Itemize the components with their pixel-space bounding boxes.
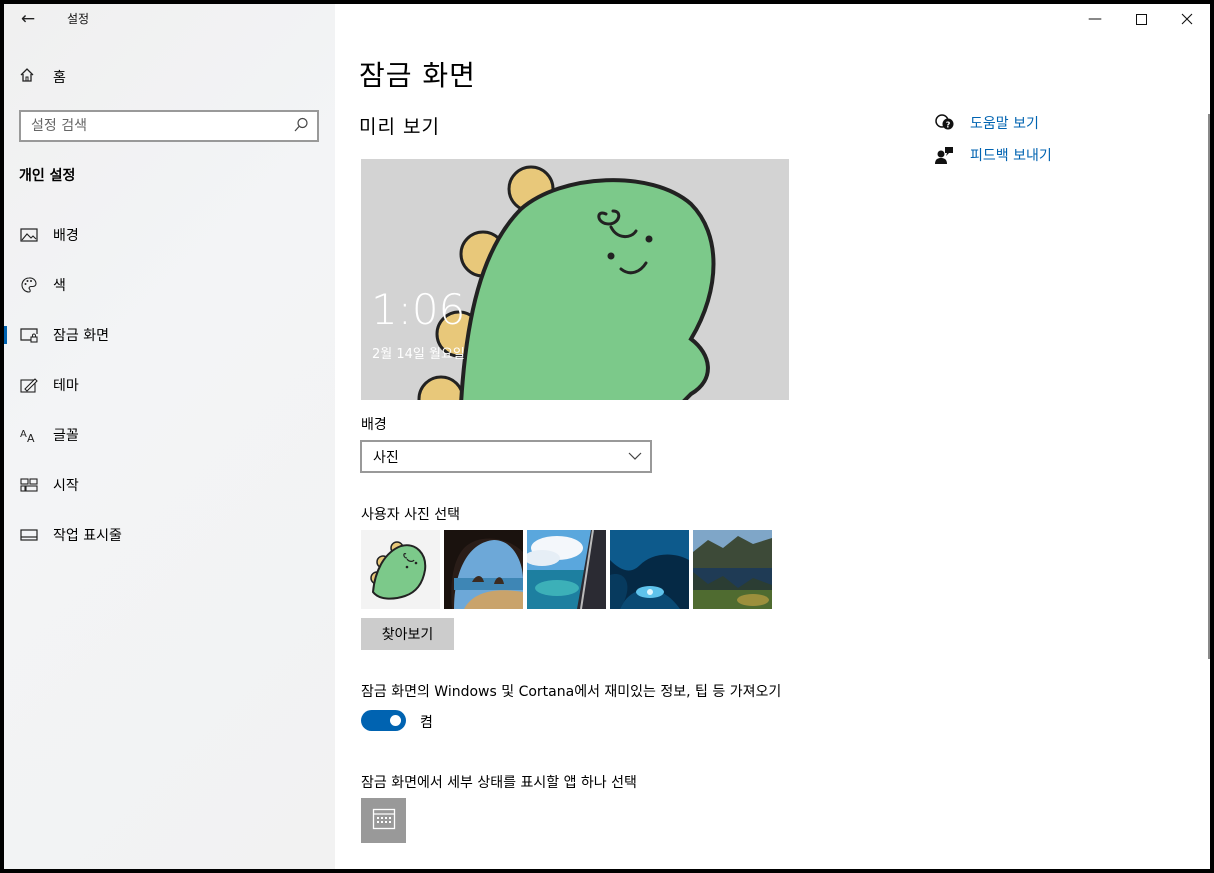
taskbar-icon [19, 525, 39, 545]
preview-clock: 1:06 [371, 285, 466, 334]
svg-text:?: ? [946, 120, 951, 129]
sidebar-item-label: 배경 [53, 228, 79, 244]
fun-facts-label: 잠금 화면의 Windows 및 Cortana에서 재미있는 정보, 팁 등 … [361, 684, 782, 700]
sidebar-nav: 배경 색 잠금 화면 테마 A A 글꼴 시작 작업 표시줄 [4, 210, 335, 560]
font-icon: AA [19, 425, 39, 445]
photo-thumbnails [361, 530, 772, 609]
lock-screen-icon [19, 325, 39, 345]
settings-window: ← 설정 홈 개인 설정 배경 [4, 4, 1210, 869]
sidebar-item-label: 작업 표시줄 [53, 528, 122, 544]
chevron-down-icon [628, 449, 642, 463]
get-help-label: 도움말 보기 [970, 116, 1039, 132]
theme-icon [19, 375, 39, 395]
main-content: — 잠금 화면 미리 보기 1:06 2월 14일 월요일 배경 사진 사용자 … [335, 4, 1210, 869]
photo-thumbnail-ice-cave[interactable] [610, 530, 689, 609]
search-icon[interactable] [293, 116, 309, 134]
photo-thumbnail-ocean-window[interactable] [527, 530, 606, 609]
svg-text:A: A [20, 429, 27, 440]
sidebar: ← 설정 홈 개인 설정 배경 [4, 4, 335, 869]
choose-photo-label: 사용자 사진 선택 [361, 507, 461, 523]
sidebar-item-label: 테마 [53, 378, 79, 394]
minimize-icon[interactable]: — [1072, 4, 1118, 34]
feedback-icon [935, 145, 955, 165]
dinosaur-wallpaper-image [417, 165, 716, 400]
help-links: ? 도움말 보기 피드백 보내기 [935, 107, 1052, 171]
app-title: 설정 [67, 12, 90, 26]
image-icon [19, 225, 39, 245]
sidebar-item-start[interactable]: 시작 [4, 460, 335, 510]
sidebar-item-label: 잠금 화면 [53, 328, 109, 344]
window-controls: — [1072, 4, 1210, 34]
lock-screen-preview: 1:06 2월 14일 월요일 [361, 159, 789, 400]
search-box[interactable] [19, 110, 319, 142]
home-icon [19, 67, 39, 87]
photo-thumbnail-mountain-lake[interactable] [693, 530, 772, 609]
svg-text:A: A [27, 432, 35, 443]
section-header: 개인 설정 [19, 168, 76, 184]
search-input[interactable] [21, 112, 271, 140]
sidebar-item-label: 시작 [53, 478, 79, 494]
help-chat-icon: ? [935, 113, 955, 133]
toggle-state-label: 켬 [420, 715, 433, 731]
page-title: 잠금 화면 [359, 59, 476, 92]
background-label: 배경 [361, 417, 387, 433]
sidebar-item-label: 글꼴 [53, 428, 79, 444]
give-feedback-link[interactable]: 피드백 보내기 [935, 139, 1052, 171]
scrollbar[interactable] [1208, 114, 1210, 659]
toggle-knob [390, 715, 401, 726]
sidebar-item-lock-screen[interactable]: 잠금 화면 [4, 310, 335, 360]
start-icon [19, 475, 39, 495]
background-dropdown[interactable]: 사진 [360, 440, 652, 473]
preview-date: 2월 14일 월요일 [372, 347, 465, 362]
close-icon[interactable] [1164, 4, 1210, 34]
sidebar-item-taskbar[interactable]: 작업 표시줄 [4, 510, 335, 560]
calendar-app-button[interactable] [361, 798, 406, 843]
title-bar: ← 설정 [4, 4, 335, 34]
background-dropdown-value: 사진 [373, 449, 399, 466]
browse-button[interactable]: 찾아보기 [361, 618, 454, 650]
sidebar-item-home[interactable]: 홈 [19, 64, 66, 90]
fun-facts-toggle[interactable] [361, 710, 406, 731]
sidebar-item-theme[interactable]: 테마 [4, 360, 335, 410]
calendar-icon [372, 807, 396, 835]
back-arrow-icon[interactable]: ← [14, 6, 42, 32]
sidebar-item-label: 색 [53, 278, 66, 294]
photo-thumbnail-dinosaur[interactable] [361, 530, 440, 609]
palette-icon [19, 275, 39, 295]
get-help-link[interactable]: ? 도움말 보기 [935, 107, 1052, 139]
photo-thumbnail-cave-beach[interactable] [444, 530, 523, 609]
preview-header: 미리 보기 [359, 116, 440, 138]
sidebar-item-fonts[interactable]: AA 글꼴 [4, 410, 335, 460]
sidebar-item-background[interactable]: 배경 [4, 210, 335, 260]
sidebar-item-color[interactable]: 색 [4, 260, 335, 310]
maximize-icon[interactable] [1118, 4, 1164, 34]
give-feedback-label: 피드백 보내기 [970, 148, 1052, 164]
detailed-status-label: 잠금 화면에서 세부 상태를 표시할 앱 하나 선택 [361, 775, 637, 791]
home-label: 홈 [53, 70, 66, 86]
